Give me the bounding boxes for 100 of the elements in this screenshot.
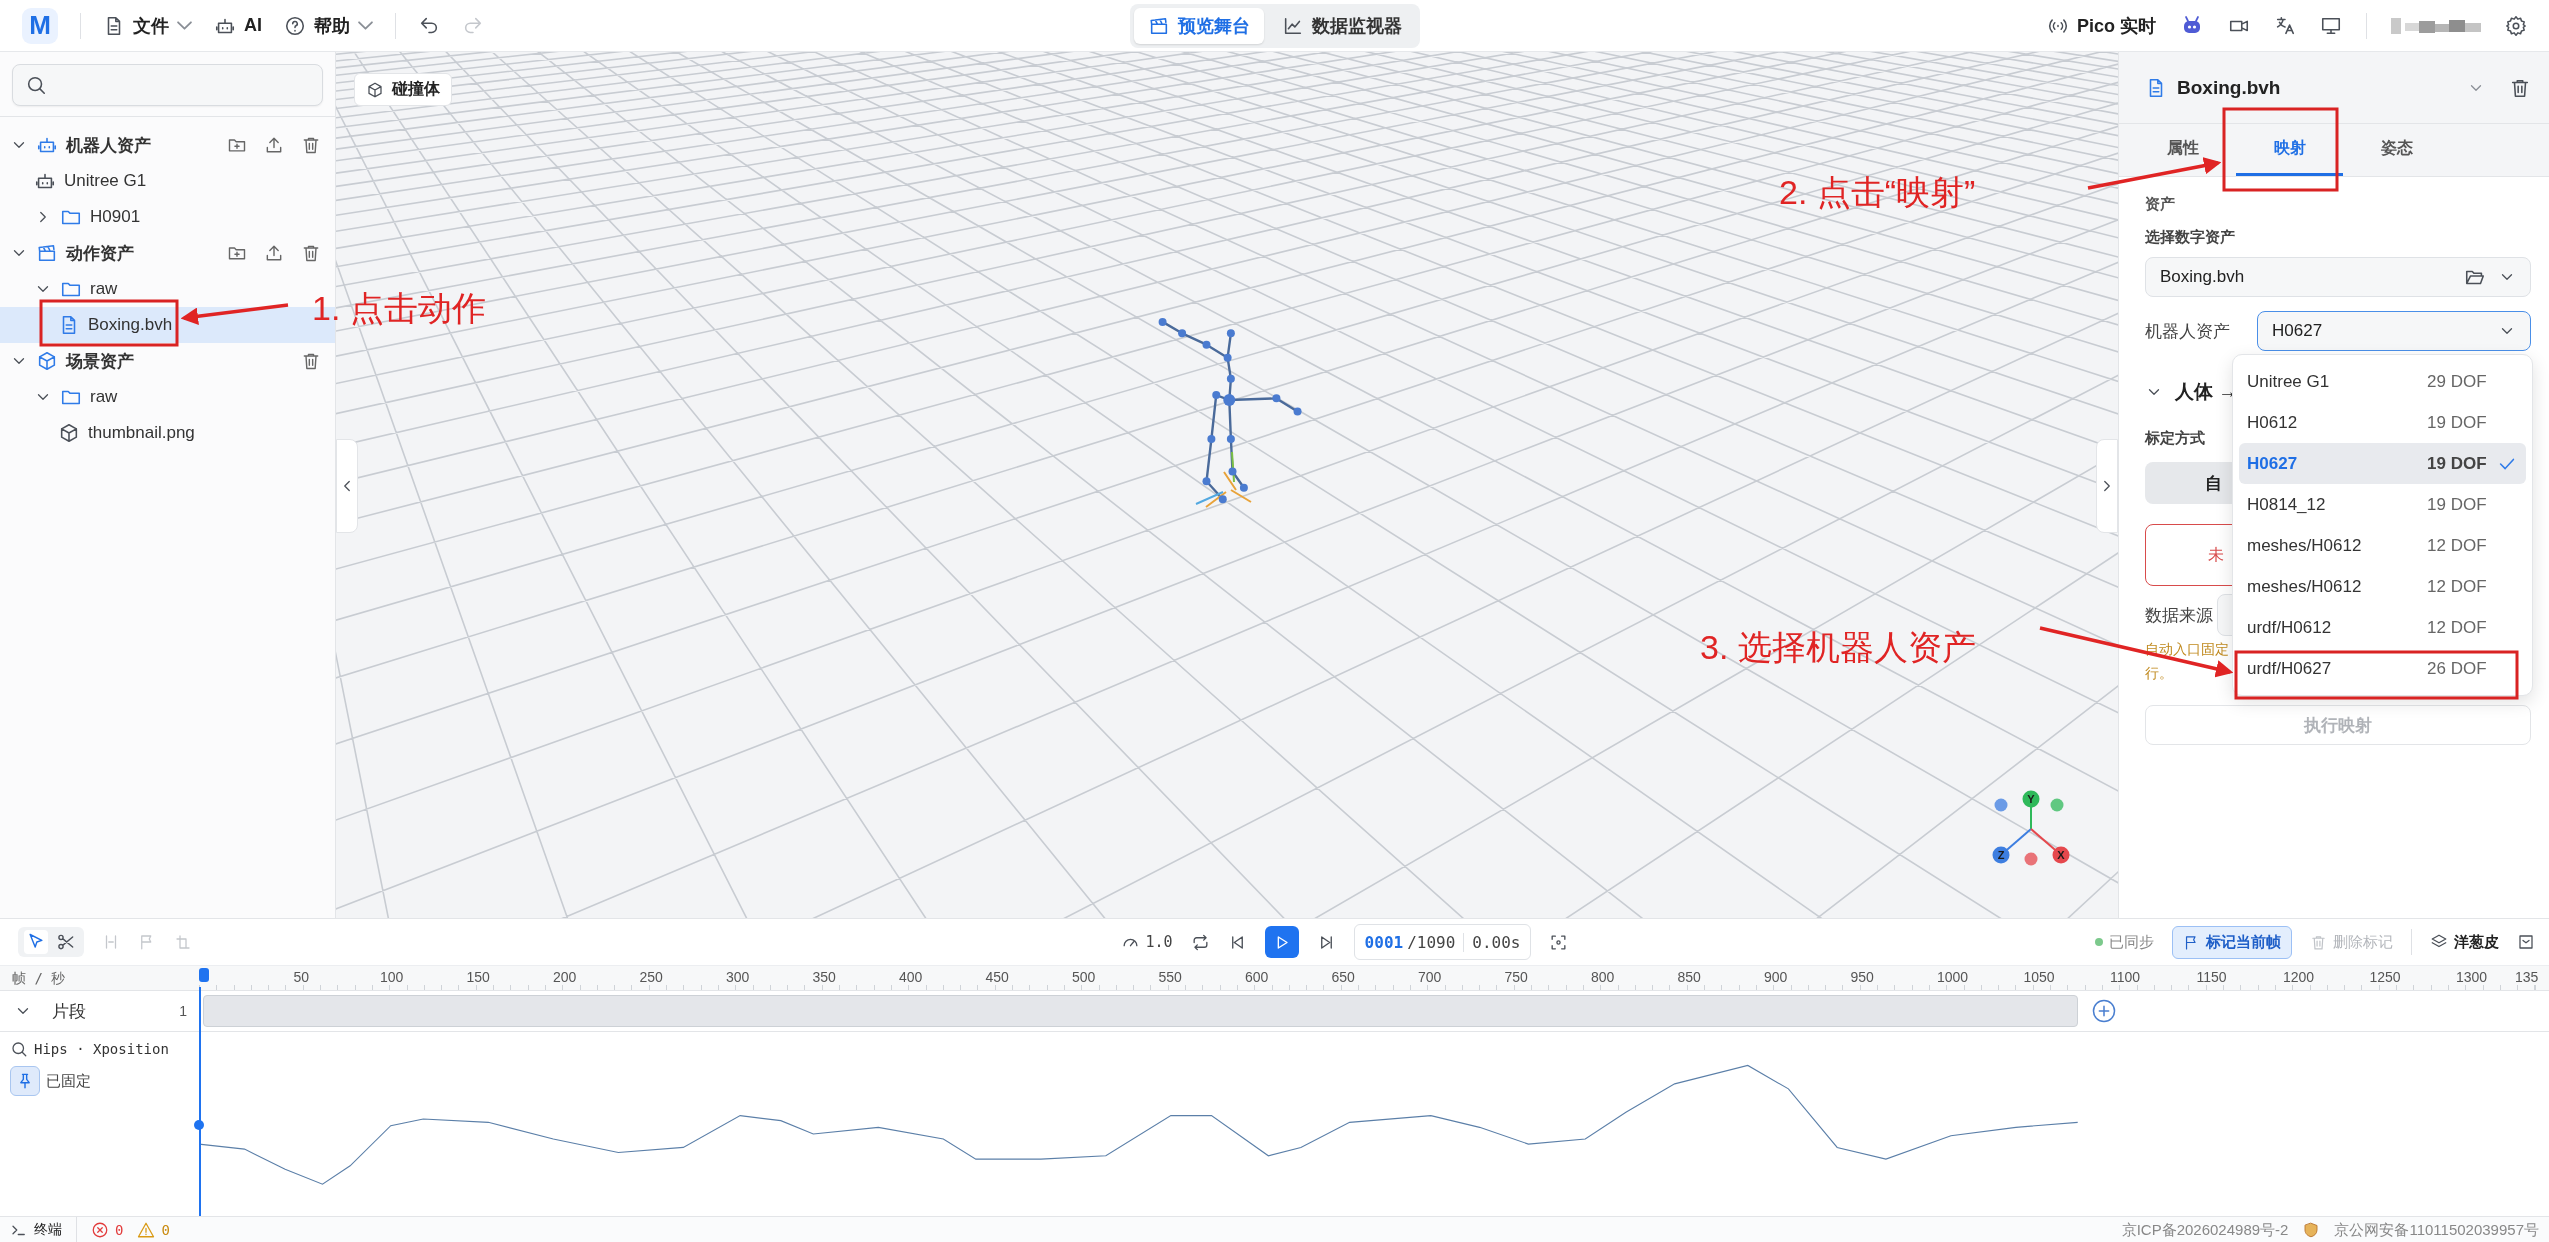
panel-tab[interactable]: 属性 (2129, 124, 2236, 176)
app-logo: M (22, 7, 58, 44)
axis-gizmo-drawing: Y Z X (1992, 790, 2070, 866)
tick-label: 600 (1245, 969, 1269, 985)
cube-icon (36, 350, 58, 372)
panel-tab[interactable]: 映射 (2236, 124, 2343, 176)
onion-skin-button[interactable]: 洋葱皮 (2430, 932, 2499, 952)
speed-button[interactable]: 1.0 (1120, 932, 1173, 952)
view-tab[interactable]: 数据监视器 (1267, 7, 1416, 44)
tree-item[interactable]: 动作资产 (0, 235, 335, 271)
tick-label: 450 (985, 969, 1009, 985)
panel-tab[interactable]: 姿态 (2343, 124, 2450, 176)
tree-label: H0901 (90, 207, 141, 227)
tick-label: 1000 (1937, 969, 1969, 985)
asset-select[interactable]: Boxing.bvh (2145, 257, 2531, 297)
track-number: 1 (179, 1003, 187, 1019)
tick-label: 50 (293, 969, 310, 985)
tick-label: 800 (1591, 969, 1615, 985)
delete-icon[interactable] (301, 243, 321, 263)
panel-icon[interactable] (2517, 933, 2535, 951)
tick-label: 500 (1072, 969, 1096, 985)
mark-frame-button[interactable]: 标记当前帧 (2172, 925, 2292, 959)
error-count: 0 (115, 1222, 124, 1238)
live-button[interactable]: Pico 实时 (2047, 13, 2156, 38)
tick-label: 1100 (2110, 969, 2141, 985)
collapse-handle[interactable] (2096, 439, 2118, 533)
ruler-label: 帧 / 秒 (11, 969, 67, 988)
dropdown-option[interactable]: urdf/H0612 12 DOF (2239, 607, 2526, 648)
dropdown-option[interactable]: meshes/H0612 12 DOF (2239, 566, 2526, 607)
dropdown-option[interactable]: meshes/H0612 12 DOF (2239, 525, 2526, 566)
tree-label: 机器人资产 (66, 134, 151, 157)
collider-button[interactable]: 碰撞体 (354, 73, 452, 106)
tree-item[interactable]: raw (0, 379, 335, 415)
delete-icon (2310, 933, 2327, 951)
search-icon (25, 74, 47, 96)
menu-button[interactable]: AI (214, 14, 262, 37)
cube-icon (58, 422, 80, 444)
tick-label: 100 (380, 969, 404, 985)
upload-icon[interactable] (264, 243, 284, 263)
view-tab[interactable]: 预览舞台 (1133, 7, 1264, 44)
delete-icon[interactable] (301, 351, 321, 371)
tree-label: Unitree G1 (64, 171, 147, 191)
tree-label: thumbnail.png (88, 423, 195, 443)
field-label: 标定方式 (2145, 429, 2205, 448)
tick-label: 750 (1504, 969, 1528, 985)
shield-icon (2302, 1221, 2321, 1239)
loop-icon[interactable] (1190, 932, 1210, 952)
tick-label: 550 (1158, 969, 1182, 985)
frame-input[interactable]: 0001 (1364, 932, 1404, 952)
warning-count: 0 (161, 1222, 170, 1238)
robot-select[interactable]: H0627 (2257, 311, 2531, 351)
settings-icon[interactable] (2505, 14, 2527, 37)
translate-icon[interactable] (2274, 14, 2296, 37)
dropdown-option[interactable]: H0627 19 DOF (2239, 443, 2526, 484)
tree-label: Boxing.bvh (88, 315, 173, 335)
tick-label: 650 (1331, 969, 1355, 985)
dropdown-option[interactable]: urdf/H0627 26 DOF (2239, 648, 2526, 689)
menu-button[interactable]: 文件 (103, 13, 192, 38)
tree-label: raw (90, 279, 118, 299)
tick-label: 900 (1764, 969, 1788, 985)
terminal-label[interactable]: 终端 (34, 1221, 62, 1239)
tick-label: 850 (1677, 969, 1701, 985)
pin-label: 已固定 (46, 1071, 91, 1091)
add-icon[interactable] (2090, 997, 2118, 1025)
tick-label: 135 (2515, 969, 2539, 985)
tree-item[interactable]: Unitree G1 (0, 163, 335, 199)
collapse-handle[interactable] (336, 439, 358, 533)
field-label: 数据来源 (2145, 604, 2213, 627)
dropdown-option[interactable]: Unitree G1 29 DOF (2239, 361, 2526, 402)
pointer-icon[interactable] (24, 930, 48, 954)
police-link[interactable]: 京公网安备11011502039957号 (2334, 1220, 2539, 1240)
cube-icon (366, 80, 384, 99)
tick-label: 1200 (2283, 969, 2315, 985)
tick-label: 700 (1418, 969, 1442, 985)
tree-item[interactable]: 机器人资产 (0, 127, 335, 163)
tick-label: 1150 (2196, 969, 2227, 985)
tree-item[interactable]: H0901 (0, 199, 335, 235)
tree-item[interactable]: 场景资产 (0, 343, 335, 379)
tree-item[interactable]: thumbnail.png (0, 415, 335, 451)
dropdown-option[interactable]: H0612 19 DOF (2239, 402, 2526, 443)
clip-bar[interactable] (203, 995, 2078, 1027)
status-text: 未 (2208, 544, 2224, 565)
playhead-handle[interactable] (199, 968, 209, 982)
dropdown-option[interactable]: H0814_12 19 DOF (2239, 484, 2526, 525)
play-button[interactable] (1264, 926, 1299, 958)
tree-label: raw (90, 387, 118, 407)
search-field[interactable] (12, 64, 323, 106)
annotation-text: 2. 点击“映射” (1779, 172, 1976, 213)
search-icon (10, 1040, 28, 1058)
pin-icon[interactable] (10, 1066, 40, 1096)
field-label: 选择数字资产 (2145, 228, 2235, 247)
focus-icon[interactable] (1549, 932, 1569, 952)
icp-link[interactable]: 京ICP备2026024989号-2 (2121, 1220, 2289, 1240)
tick-label: 400 (899, 969, 923, 985)
tree-label: 场景资产 (66, 350, 134, 373)
tick-label: 200 (553, 969, 577, 985)
menu-button[interactable]: 帮助 (284, 13, 373, 38)
delete-icon[interactable] (301, 135, 321, 155)
upload-icon[interactable] (264, 135, 284, 155)
tree-label: 动作资产 (66, 242, 134, 265)
